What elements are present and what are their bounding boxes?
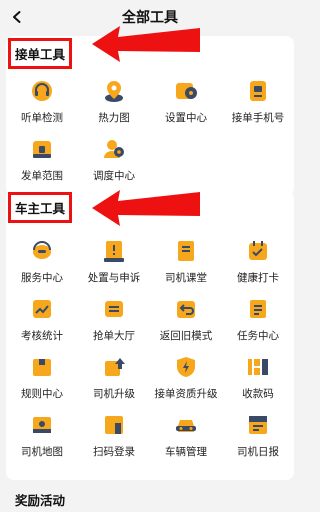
phone-card-icon (250, 81, 266, 101)
location-pin-icon (105, 81, 123, 102)
alert-document-icon (104, 241, 124, 262)
qr-code-icon (248, 359, 268, 375)
tool-label: 司机升级 (93, 388, 135, 400)
tool-label: 车辆管理 (165, 446, 207, 458)
tool-listen-check[interactable]: 听单检测 (6, 78, 78, 132)
tool-label: 接单资质升级 (154, 388, 218, 400)
annotation-arrow-driver-tools (92, 190, 200, 226)
tool-health-checkin[interactable]: 健康打卡 (222, 238, 294, 292)
shield-lightning-icon (177, 357, 195, 377)
tool-label: 热力图 (98, 112, 130, 124)
tool-order-phone[interactable]: 接单手机号 (222, 78, 294, 132)
calendar-check-icon (249, 241, 267, 260)
annotation-arrow-order-tools (92, 26, 200, 62)
tool-assessment-stats[interactable]: 考核统计 (6, 296, 78, 350)
tool-rule-center[interactable]: 规则中心 (6, 354, 78, 408)
tool-label: 调度中心 (93, 170, 135, 182)
tool-order-hall[interactable]: 抢单大厅 (78, 296, 150, 350)
dispatch-people-icon (104, 140, 124, 158)
tool-settings[interactable]: 设置中心 (150, 78, 222, 132)
chart-trend-icon (33, 300, 51, 318)
tool-label: 返回旧模式 (159, 330, 213, 342)
tool-return-old-mode[interactable]: 返回旧模式 (150, 296, 222, 350)
return-icon (177, 301, 195, 318)
tool-label: 扫码登录 (93, 446, 135, 458)
tool-heatmap[interactable]: 热力图 (78, 78, 150, 132)
tool-driver-class[interactable]: 司机课堂 (150, 238, 222, 292)
headset-icon (33, 241, 51, 259)
headset-check-icon (32, 81, 52, 101)
tool-label: 收款码 (242, 388, 274, 400)
tool-dispatch-center[interactable]: 调度中心 (78, 136, 150, 190)
tool-label: 设置中心 (165, 112, 207, 124)
tool-dispatch-range[interactable]: 发单范围 (6, 136, 78, 190)
tool-label: 任务中心 (237, 330, 279, 342)
tool-label: 服务中心 (21, 272, 63, 284)
tool-label: 规则中心 (21, 388, 63, 400)
book-icon (178, 241, 194, 261)
task-list-icon (250, 300, 266, 318)
order-card-icon (105, 301, 123, 317)
chevron-left-icon (13, 11, 21, 23)
daily-report-icon (249, 416, 267, 434)
tool-scan-login[interactable]: 扫码登录 (78, 412, 150, 466)
driver-tools-title: 车主工具 (8, 192, 73, 223)
tool-driver-daily[interactable]: 司机日报 (222, 412, 294, 466)
tool-label: 司机日报 (237, 446, 279, 458)
driver-tools-card: 车主工具 服务中心 处置与申诉 司机课堂 健康打卡 考核统计 抢单大厅 返回旧模… (6, 190, 294, 480)
tool-vehicle-management[interactable]: 车辆管理 (150, 412, 222, 466)
rewards-title: 奖励活动 (15, 493, 66, 508)
scan-login-icon (105, 416, 123, 434)
order-tools-title: 接单工具 (8, 38, 73, 69)
tool-appeal[interactable]: 处置与申诉 (78, 238, 150, 292)
tool-payment-code[interactable]: 收款码 (222, 354, 294, 408)
tool-label: 听单检测 (21, 112, 63, 124)
tool-label: 发单范围 (21, 170, 63, 182)
tool-label: 司机地图 (21, 446, 63, 458)
rule-box-icon (33, 359, 51, 376)
range-bag-icon (33, 141, 51, 158)
tool-service-center[interactable]: 服务中心 (6, 238, 78, 292)
tool-label: 司机课堂 (165, 272, 207, 284)
back-button[interactable] (6, 6, 28, 28)
tool-task-center[interactable]: 任务中心 (222, 296, 294, 350)
tool-driver-map[interactable]: 司机地图 (6, 412, 78, 466)
tool-driver-upgrade[interactable]: 司机升级 (78, 354, 150, 408)
tool-label: 接单手机号 (231, 112, 285, 124)
upgrade-arrow-icon (105, 358, 125, 376)
tool-qualification-upgrade[interactable]: 接单资质升级 (150, 354, 222, 408)
tool-label: 抢单大厅 (93, 330, 135, 342)
map-icon (33, 417, 51, 433)
tool-label: 健康打卡 (237, 272, 279, 284)
tool-label: 处置与申诉 (87, 272, 141, 284)
tool-label: 考核统计 (21, 330, 63, 342)
car-icon (176, 420, 196, 432)
gear-icon (176, 83, 197, 99)
